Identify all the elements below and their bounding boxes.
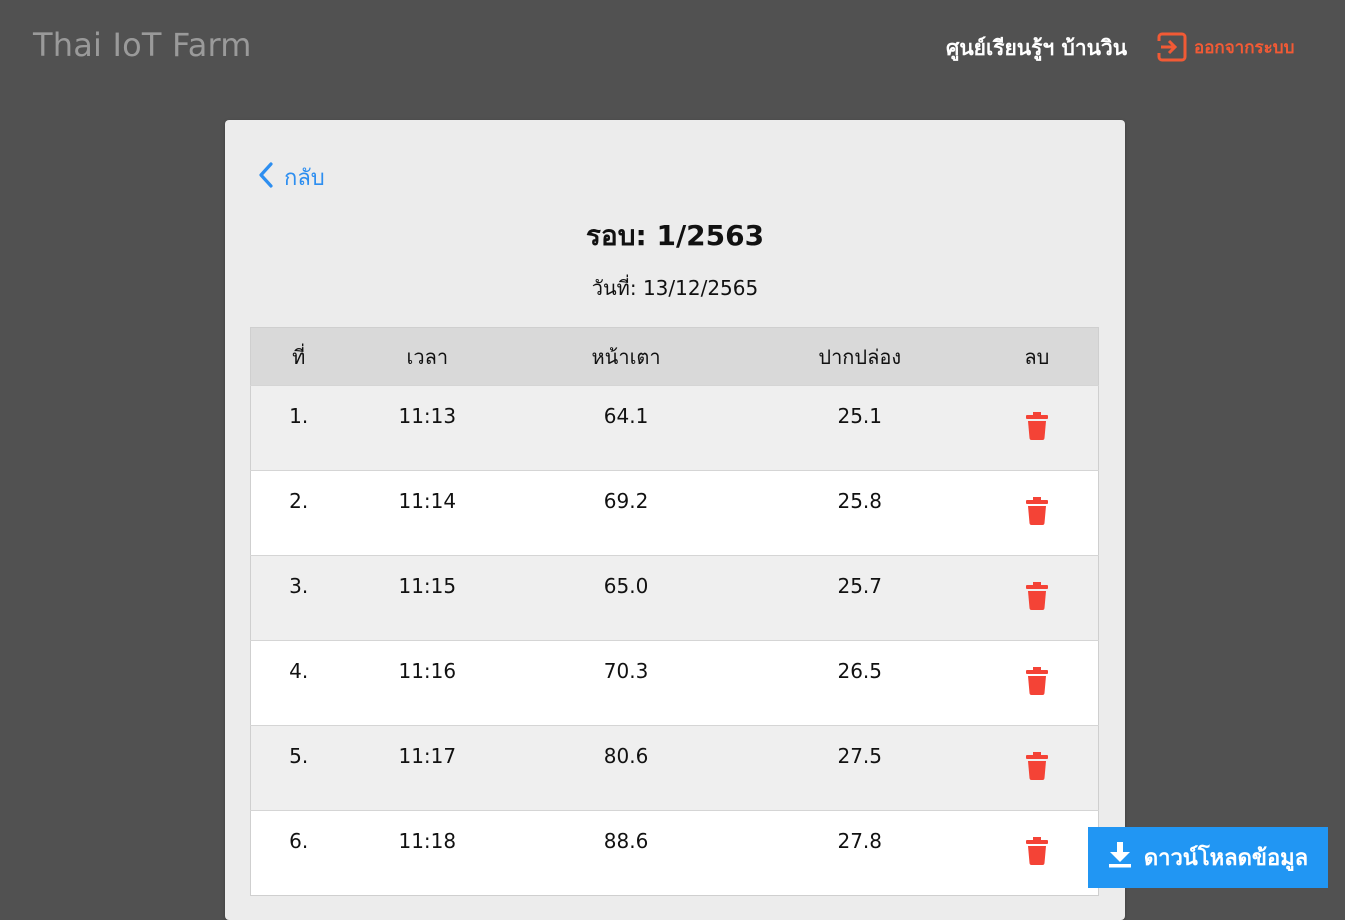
download-icon bbox=[1108, 841, 1132, 874]
header-delete: ลบ bbox=[1024, 344, 1050, 369]
top-bar: Thai IoT Farm ศูนย์เรียนรู้ฯ บ้านวิน ออก… bbox=[0, 0, 1345, 92]
table-row: 6. 11:18 88.6 27.8 bbox=[250, 810, 1099, 896]
row-stove-front: 65.0 bbox=[603, 574, 649, 598]
row-chimney: 26.5 bbox=[837, 659, 883, 683]
row-time: 11:15 bbox=[398, 574, 457, 598]
row-time: 11:16 bbox=[398, 659, 457, 683]
temperature-table: ที่ เวลา หน้าเตา ปากปล่อง ลบ 1. 11:13 64… bbox=[250, 327, 1099, 896]
table-row: 1. 11:13 64.1 25.1 bbox=[250, 385, 1099, 471]
trash-icon[interactable] bbox=[1025, 667, 1048, 700]
header-time: เวลา bbox=[406, 344, 449, 369]
row-time: 11:17 bbox=[398, 744, 457, 768]
round-detail-card: กลับ รอบ: 1/2563 วันที่: 13/12/2565 ที่ … bbox=[225, 120, 1125, 920]
row-stove-front: 69.2 bbox=[603, 489, 649, 513]
chevron-left-icon bbox=[258, 161, 274, 195]
row-chimney: 27.8 bbox=[837, 829, 883, 853]
row-index: 3. bbox=[289, 574, 309, 598]
learning-center-name: ศูนย์เรียนรู้ฯ บ้านวิน bbox=[946, 36, 1128, 60]
row-delete-cell bbox=[976, 726, 1099, 811]
row-stove-front: 64.1 bbox=[603, 404, 649, 428]
header-index: ที่ bbox=[292, 344, 306, 369]
back-label: กลับ bbox=[284, 166, 325, 191]
trash-icon[interactable] bbox=[1025, 497, 1048, 530]
trash-icon[interactable] bbox=[1025, 412, 1048, 445]
table-row: 2. 11:14 69.2 25.8 bbox=[250, 470, 1099, 556]
row-delete-cell bbox=[976, 811, 1099, 896]
row-stove-front: 70.3 bbox=[603, 659, 649, 683]
header-chimney: ปากปล่อง bbox=[818, 344, 902, 369]
row-time: 11:18 bbox=[398, 829, 457, 853]
row-delete-cell bbox=[976, 471, 1099, 556]
download-data-button[interactable]: ดาวน์โหลดข้อมูล bbox=[1088, 827, 1328, 888]
row-delete-cell bbox=[976, 386, 1099, 471]
table-row: 4. 11:16 70.3 26.5 bbox=[250, 640, 1099, 726]
row-chimney: 25.7 bbox=[837, 574, 883, 598]
row-chimney: 27.5 bbox=[837, 744, 883, 768]
row-stove-front: 88.6 bbox=[603, 829, 649, 853]
trash-icon[interactable] bbox=[1025, 837, 1048, 870]
row-index: 4. bbox=[289, 659, 309, 683]
row-stove-front: 80.6 bbox=[603, 744, 649, 768]
row-index: 6. bbox=[289, 829, 309, 853]
table-row: 5. 11:17 80.6 27.5 bbox=[250, 725, 1099, 811]
row-delete-cell bbox=[976, 556, 1099, 641]
trash-icon[interactable] bbox=[1025, 582, 1048, 615]
trash-icon[interactable] bbox=[1025, 752, 1048, 785]
row-index: 2. bbox=[289, 489, 309, 513]
logout-button[interactable]: ออกจากระบบ bbox=[1157, 32, 1294, 62]
row-index: 5. bbox=[289, 744, 309, 768]
row-chimney: 25.1 bbox=[837, 404, 883, 428]
row-index: 1. bbox=[289, 404, 309, 428]
header-stove-front: หน้าเตา bbox=[591, 344, 661, 369]
row-time: 11:13 bbox=[398, 404, 457, 428]
back-button[interactable]: กลับ bbox=[258, 160, 325, 195]
row-delete-cell bbox=[976, 641, 1099, 726]
row-chimney: 25.8 bbox=[837, 489, 883, 513]
row-time: 11:14 bbox=[398, 489, 457, 513]
logout-icon bbox=[1157, 32, 1187, 62]
round-title: รอบ: 1/2563 bbox=[585, 219, 765, 252]
table-header-row: ที่ เวลา หน้าเตา ปากปล่อง ลบ bbox=[250, 327, 1099, 386]
round-date: วันที่: 13/12/2565 bbox=[591, 276, 759, 300]
logout-label: ออกจากระบบ bbox=[1194, 37, 1295, 58]
brand-logo-text: Thai IoT Farm bbox=[33, 26, 252, 64]
table-row: 3. 11:15 65.0 25.7 bbox=[250, 555, 1099, 641]
download-label: ดาวน์โหลดข้อมูล bbox=[1143, 846, 1309, 871]
